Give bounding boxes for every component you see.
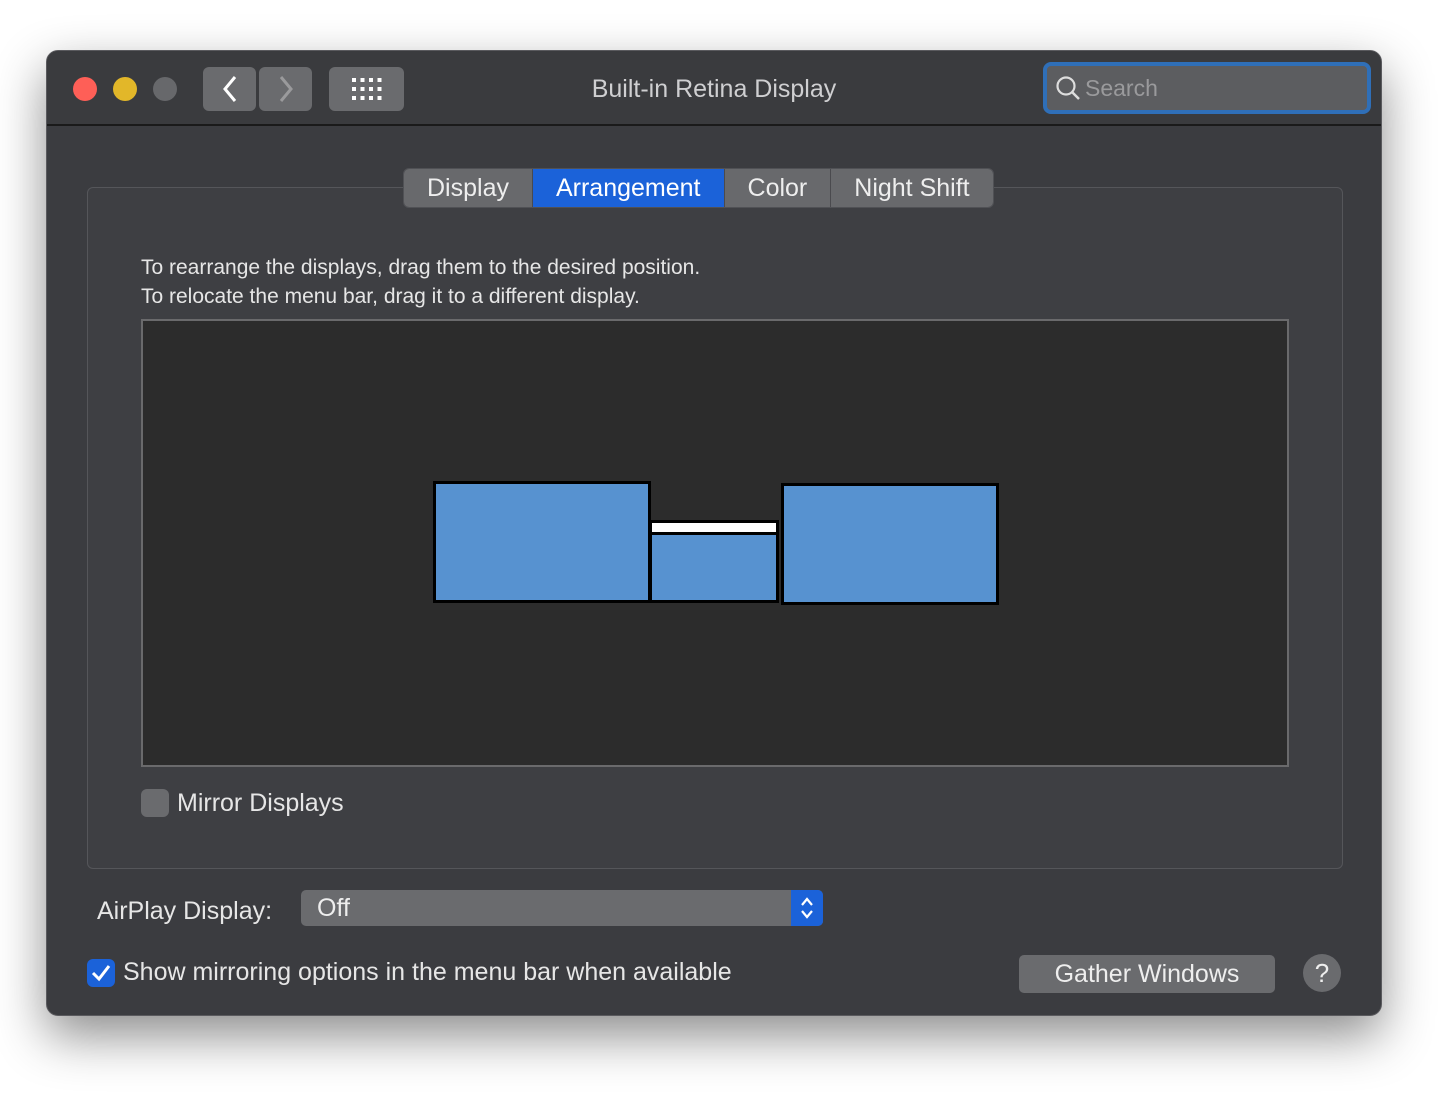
- mirror-displays-label: Mirror Displays: [177, 789, 344, 817]
- show-mirroring-checkbox[interactable]: [87, 959, 115, 987]
- mirror-displays-checkbox[interactable]: [141, 789, 169, 817]
- tab-display[interactable]: Display: [404, 169, 533, 207]
- title-bar: Built-in Retina Display: [47, 51, 1381, 126]
- tab-arrangement[interactable]: Arrangement: [532, 169, 725, 207]
- instruction-line-2: To relocate the menu bar, drag it to a d…: [141, 285, 640, 308]
- display-left[interactable]: [433, 481, 651, 603]
- search-field[interactable]: [1043, 62, 1371, 114]
- checkmark-icon: [91, 965, 111, 982]
- search-input[interactable]: [1085, 74, 1345, 102]
- arrangement-canvas: [141, 319, 1289, 767]
- menu-bar-handle[interactable]: [649, 520, 779, 535]
- instruction-line-1: To rearrange the displays, drag them to …: [141, 256, 701, 279]
- search-icon: [1056, 76, 1080, 100]
- display-right[interactable]: [781, 483, 999, 605]
- preferences-window: Built-in Retina Display Display Arrangem…: [46, 50, 1382, 1016]
- show-mirroring-label: Show mirroring options in the menu bar w…: [123, 958, 732, 986]
- airplay-label: AirPlay Display:: [97, 897, 273, 925]
- chevron-up-down-icon: [801, 897, 813, 919]
- instructions: To rearrange the displays, drag them to …: [141, 253, 700, 311]
- gather-windows-button[interactable]: Gather Windows: [1019, 955, 1275, 993]
- tab-color[interactable]: Color: [724, 169, 832, 207]
- tab-night-shift[interactable]: Night Shift: [831, 169, 993, 207]
- airplay-select[interactable]: Off: [301, 890, 823, 926]
- display-center[interactable]: [649, 531, 779, 603]
- help-button[interactable]: ?: [1303, 954, 1341, 992]
- tab-bar: Display Arrangement Color Night Shift: [403, 168, 994, 208]
- stepper-arrows[interactable]: [791, 890, 823, 926]
- airplay-value: Off: [317, 893, 350, 922]
